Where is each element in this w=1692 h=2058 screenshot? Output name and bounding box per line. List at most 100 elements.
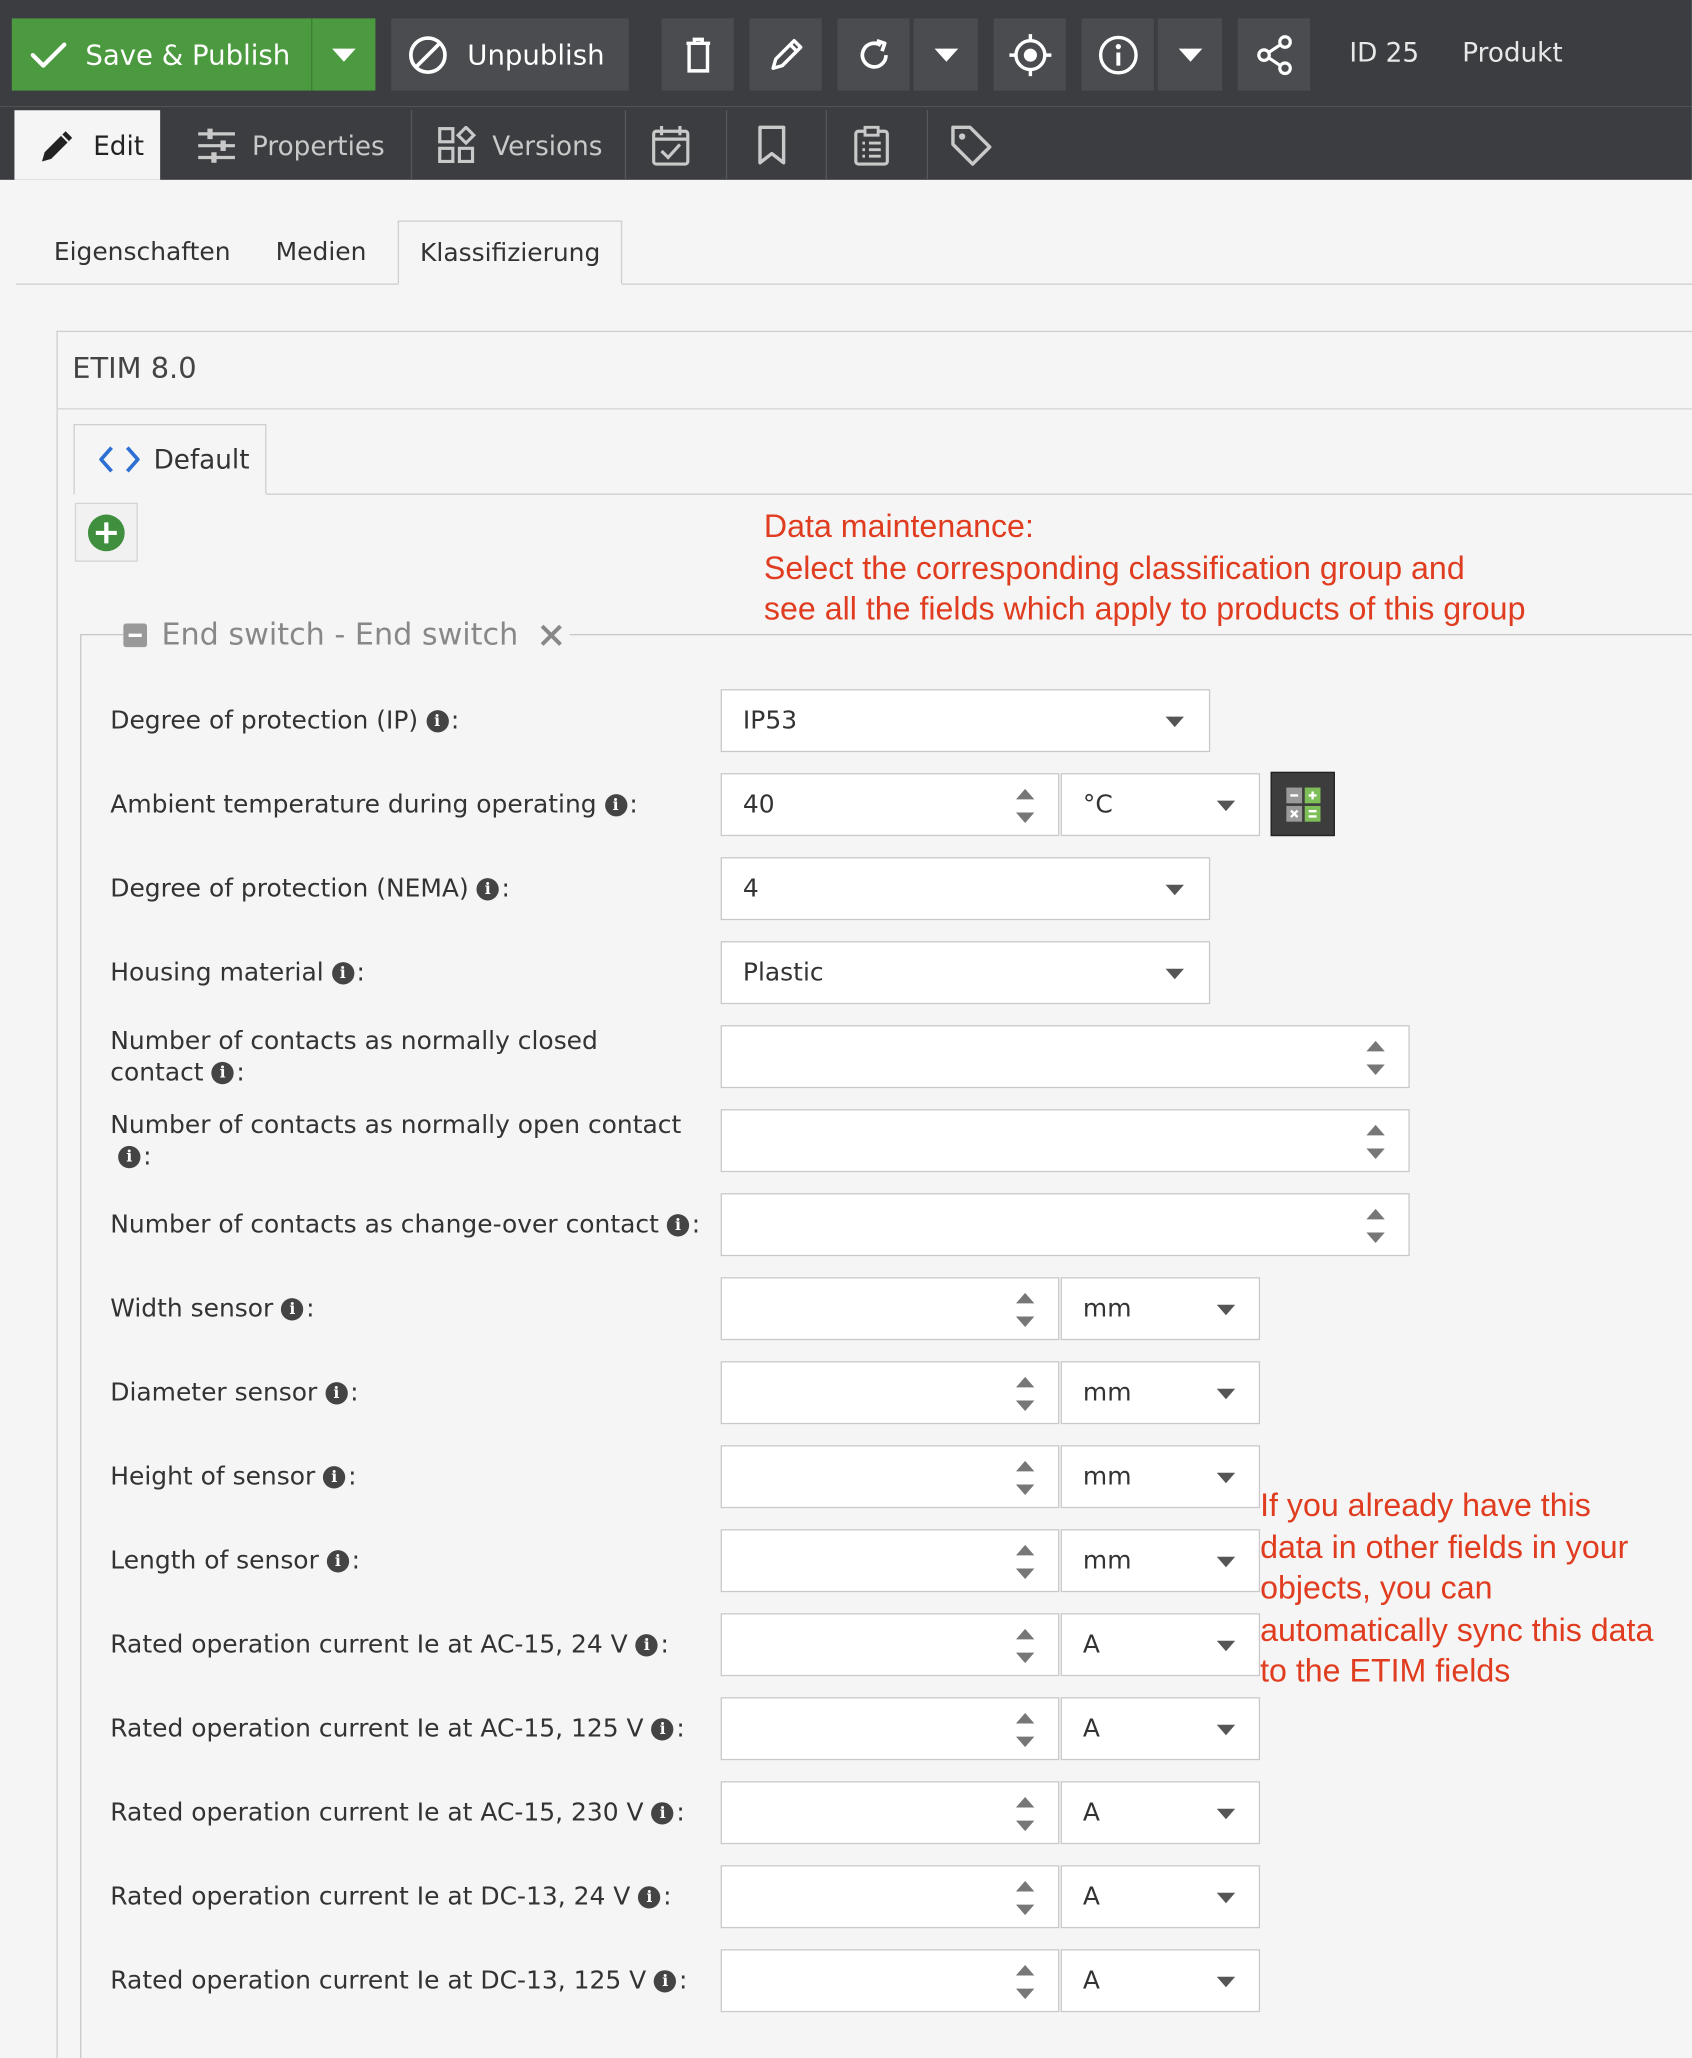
spinner-arrows-icon[interactable]	[1015, 1712, 1035, 1748]
reload-button[interactable]	[837, 18, 910, 91]
info-icon[interactable]: i	[651, 1718, 674, 1741]
annotation-line: objects, you can	[1260, 1571, 1493, 1607]
number-input[interactable]	[720, 1109, 1410, 1173]
layout-tab-bar: Eigenschaften Medien Klassifizierung	[15, 220, 1692, 285]
rename-button[interactable]	[749, 18, 822, 91]
quantity-value-input[interactable]: 40	[720, 773, 1060, 837]
field-label: Rated operation current Ie at AC-15, 125…	[110, 1713, 685, 1745]
info-icon[interactable]: i	[666, 1214, 690, 1237]
locate-in-tree-button[interactable]	[993, 18, 1066, 91]
reload-options-dropdown[interactable]	[913, 18, 978, 91]
spinner-arrows-icon[interactable]	[1015, 1376, 1035, 1412]
quantity-value-input[interactable]	[720, 1949, 1060, 2013]
field-label-text: Rated operation current Ie at DC-13, 125…	[110, 1966, 647, 1996]
quantity-value-input[interactable]	[720, 1529, 1060, 1593]
spinner-arrows-icon[interactable]	[1015, 788, 1035, 824]
info-icon[interactable]: i	[638, 1886, 661, 1909]
unit-select[interactable]: A	[1060, 1613, 1261, 1677]
info-icon[interactable]: i	[323, 1466, 346, 1489]
spinner-arrows-icon[interactable]	[1015, 1880, 1035, 1916]
field-row: Degree of protection (IP) i: IP53	[58, 689, 1692, 753]
spinner-arrows-icon[interactable]	[1366, 1208, 1385, 1244]
unit-select[interactable]: A	[1060, 1781, 1261, 1845]
share-button[interactable]	[1237, 18, 1310, 91]
info-options-dropdown[interactable]	[1157, 18, 1223, 91]
spinner-arrows-icon[interactable]	[1015, 1292, 1035, 1328]
tab-notes[interactable]	[853, 110, 892, 180]
tab-bookmarks[interactable]	[756, 110, 790, 180]
tab-default-label: Default	[153, 443, 250, 476]
save-options-dropdown[interactable]	[311, 18, 376, 91]
unit-select[interactable]: mm	[1060, 1361, 1261, 1425]
caret-down-icon	[933, 47, 958, 62]
unpublish-button[interactable]: Unpublish	[391, 18, 629, 91]
tab-divider	[725, 110, 728, 180]
label-colon: :	[629, 790, 638, 820]
tab-versions[interactable]: Versions	[437, 110, 621, 180]
subtab-eigenschaften[interactable]: Eigenschaften	[54, 221, 231, 284]
subtab-medien[interactable]: Medien	[276, 221, 367, 284]
select-field[interactable]: Plastic	[720, 941, 1211, 1005]
info-icon[interactable]: i	[118, 1145, 141, 1169]
info-icon[interactable]: i	[326, 1550, 350, 1573]
tab-tags[interactable]	[950, 110, 995, 180]
spinner-arrows-icon[interactable]	[1015, 1544, 1035, 1580]
info-icon[interactable]: i	[425, 710, 449, 733]
unit-select[interactable]: A	[1060, 1697, 1261, 1761]
quantity-value-input[interactable]	[720, 1361, 1060, 1425]
select-field[interactable]: 4	[720, 857, 1211, 921]
unit-select[interactable]: A	[1060, 1865, 1261, 1929]
quantity-value-input[interactable]	[720, 1697, 1060, 1761]
select-field[interactable]: IP53	[720, 689, 1211, 753]
unit-select[interactable]: mm	[1060, 1529, 1261, 1593]
info-button[interactable]	[1081, 18, 1154, 91]
quantity-value-input[interactable]	[720, 1613, 1060, 1677]
info-icon[interactable]: i	[654, 1970, 677, 1993]
number-input[interactable]	[720, 1025, 1410, 1089]
info-icon[interactable]: i	[476, 878, 499, 901]
annotation-data-maintenance: Data maintenance: Select the correspondi…	[764, 507, 1630, 631]
spinner-arrows-icon[interactable]	[1015, 1796, 1035, 1832]
spinner-arrows-icon[interactable]	[1015, 1460, 1035, 1496]
quantity-value-input[interactable]	[720, 1445, 1060, 1509]
unit-select[interactable]: A	[1060, 1949, 1261, 2013]
checkmark-icon	[30, 41, 67, 68]
spinner-arrows-icon[interactable]	[1015, 1964, 1035, 2000]
spinner-arrows-icon[interactable]	[1366, 1124, 1385, 1160]
unit-select[interactable]: °C	[1060, 773, 1261, 837]
save-publish-button[interactable]: Save & Publish	[11, 18, 312, 91]
field-label-text: Length of sensor	[110, 1546, 319, 1576]
field-label-text: Diameter sensor	[110, 1378, 318, 1408]
unit-select[interactable]: mm	[1060, 1445, 1261, 1509]
spinner-arrows-icon[interactable]	[1015, 1628, 1035, 1664]
calculator-button[interactable]	[1270, 771, 1335, 837]
info-icon[interactable]: i	[325, 1382, 348, 1405]
tab-edit[interactable]: Edit	[14, 110, 161, 180]
quantity-value-input[interactable]	[720, 1781, 1060, 1845]
quantity-value-input[interactable]	[720, 1865, 1060, 1929]
info-icon[interactable]: i	[651, 1802, 674, 1825]
info-icon[interactable]: i	[281, 1298, 304, 1321]
field-label-text: Number of contacts as normally closed co…	[110, 1026, 598, 1087]
quantity-value-input[interactable]	[720, 1277, 1060, 1341]
subtab-klassifizierung[interactable]: Klassifizierung	[397, 220, 623, 285]
delete-button[interactable]	[661, 18, 734, 91]
caret-down-icon	[1216, 1304, 1236, 1316]
info-icon[interactable]: i	[211, 1061, 234, 1085]
collapse-icon[interactable]	[122, 622, 148, 648]
spinner-arrows-icon[interactable]	[1366, 1040, 1385, 1076]
field-label-text: Number of contacts as change-over contac…	[110, 1210, 659, 1240]
tab-divider	[926, 110, 929, 180]
info-icon[interactable]: i	[635, 1634, 658, 1657]
tab-scheduling[interactable]	[651, 110, 696, 180]
versions-icon	[438, 125, 477, 163]
info-icon[interactable]: i	[331, 962, 354, 985]
add-group-button[interactable]	[74, 502, 138, 562]
tab-default[interactable]: Default	[73, 423, 267, 495]
unit-select[interactable]: mm	[1060, 1277, 1261, 1341]
info-icon[interactable]: i	[604, 794, 627, 817]
number-input[interactable]	[720, 1193, 1410, 1257]
close-icon[interactable]	[539, 623, 563, 647]
tab-properties[interactable]: Properties	[197, 110, 407, 180]
store-tab-bar: Default	[73, 423, 1692, 495]
